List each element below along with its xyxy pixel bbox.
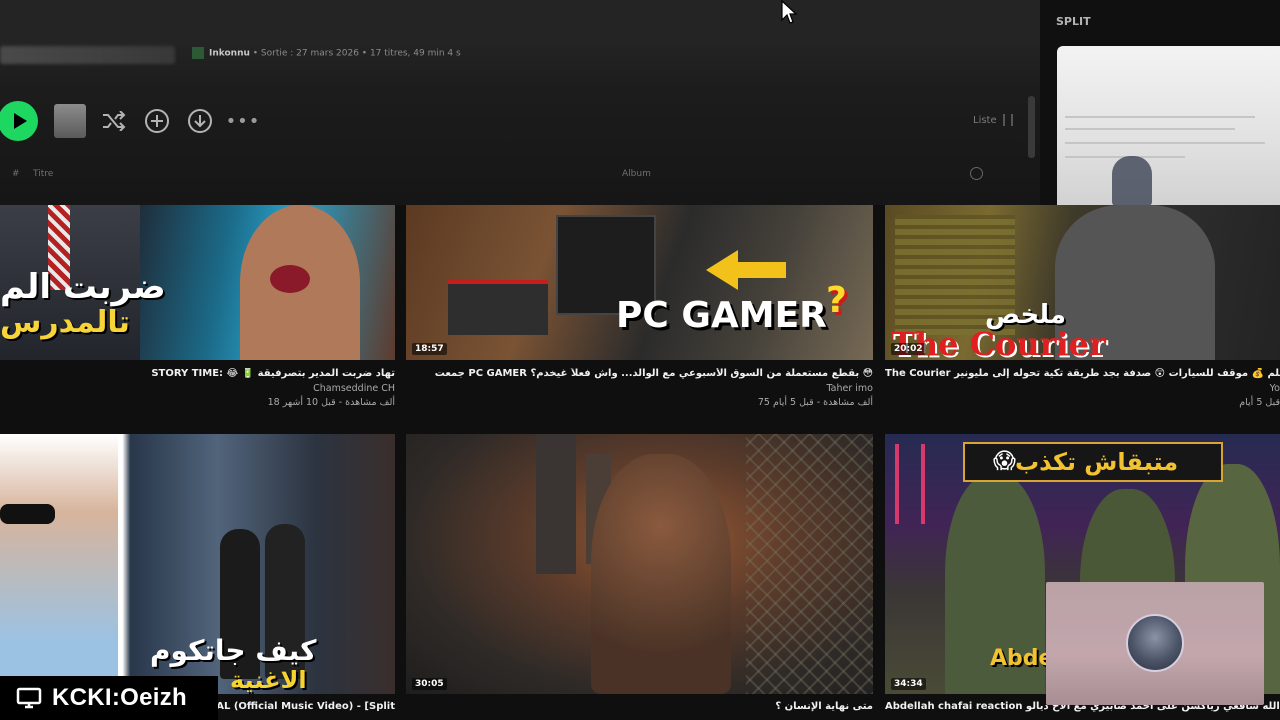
tracklist-header: # Titre Album (0, 165, 1035, 185)
add-to-library-icon[interactable] (137, 101, 177, 141)
shuffle-icon[interactable] (94, 101, 134, 141)
video-meta: 75 ألف مشاهدة - قبل 5 أيام (757, 397, 873, 408)
channel-name[interactable]: Inkonnu (209, 49, 250, 59)
thumbnail-text: متبقاش تكذب (1015, 448, 1179, 476)
channel-avatar (192, 47, 204, 59)
video-title[interactable]: The Courier ملخص فيلم 💰 موقف للسيارات 😲 … (885, 368, 1280, 379)
thumbnail-text: ? (826, 280, 847, 321)
video-duration: 30:05 (412, 678, 447, 690)
video-duration: 20:02 (891, 343, 926, 355)
mouse-cursor-icon (781, 0, 797, 24)
video-channel[interactable]: Chamseddine CH (200, 383, 395, 394)
video-meta: قبل 5 أيام (1239, 397, 1280, 408)
thumbnail-text: الاغنية (230, 666, 307, 694)
cover-thumbnail[interactable] (54, 104, 86, 138)
header-top-bar (0, 0, 1040, 45)
video-channel[interactable]: Taher imo (673, 383, 873, 394)
panel-preview-image[interactable] (1057, 46, 1280, 205)
video-thumbnail[interactable]: 30:05 (406, 434, 873, 694)
thumbnail-text: PC GAMER (616, 295, 827, 336)
video-thumbnail[interactable]: PC GAMER ? 18:57 (406, 205, 873, 360)
column-number: # (12, 169, 20, 179)
playlist-title-blurred (0, 46, 175, 64)
view-mode-label[interactable]: Liste (973, 115, 997, 126)
video-thumbnail[interactable]: ملخص The Courier 20:02 (885, 205, 1280, 360)
video-duration: 34:34 (891, 678, 926, 690)
thumbnail-text: تالمدرس (0, 305, 130, 340)
video-title[interactable]: متى نهاية الإنسان ؟ (406, 701, 873, 712)
playlist-meta: Inkonnu • Sortie : 27 mars 2026 • 17 tit… (192, 47, 461, 59)
download-icon[interactable] (180, 101, 220, 141)
screen-share-name: KCKI:Oeizh (52, 684, 187, 711)
video-title[interactable]: جمعت PC GAMER بقطع مستعملة من السوق الأس… (406, 368, 873, 379)
right-panel: SPLIT (1040, 0, 1280, 205)
screen-share-label: KCKI:Oeizh (0, 676, 218, 720)
video-thumbnail[interactable]: كيف جاتكوم الاغنية (0, 434, 395, 694)
thumbnail-text: كيف جاتكوم (150, 634, 317, 667)
scrollbar[interactable] (1028, 96, 1035, 158)
duration-clock-icon (970, 167, 983, 180)
video-duration: 18:57 (412, 343, 447, 355)
thumbnail-text: ضربت الم (0, 267, 166, 307)
video-meta: 18 ألف مشاهدة - قبل 10 أشهر (267, 397, 395, 408)
webcam-overlay (1046, 582, 1264, 705)
column-title[interactable]: Titre (33, 169, 53, 179)
video-thumbnail[interactable]: ضربت الم تالمدرس (0, 205, 395, 360)
panel-title: SPLIT (1056, 15, 1091, 28)
thumbnail-text: Abde (990, 646, 1054, 671)
video-channel[interactable]: Yo (1180, 383, 1280, 394)
monitor-icon (16, 687, 42, 709)
video-title[interactable]: STORY TIME: 😂 🔋 تهاد ضربت المدير بتصرفيق… (150, 368, 395, 379)
playlist-meta-text: • Sortie : 27 mars 2026 • 17 titres, 49 … (249, 48, 461, 59)
preview-figure (1112, 156, 1152, 205)
more-options-icon[interactable]: ••• (223, 101, 263, 141)
shocked-emoji-icon: 😱 (993, 449, 1016, 474)
list-view-icon[interactable] (1003, 114, 1013, 126)
avatar (1126, 614, 1184, 672)
column-album[interactable]: Album (622, 169, 651, 179)
